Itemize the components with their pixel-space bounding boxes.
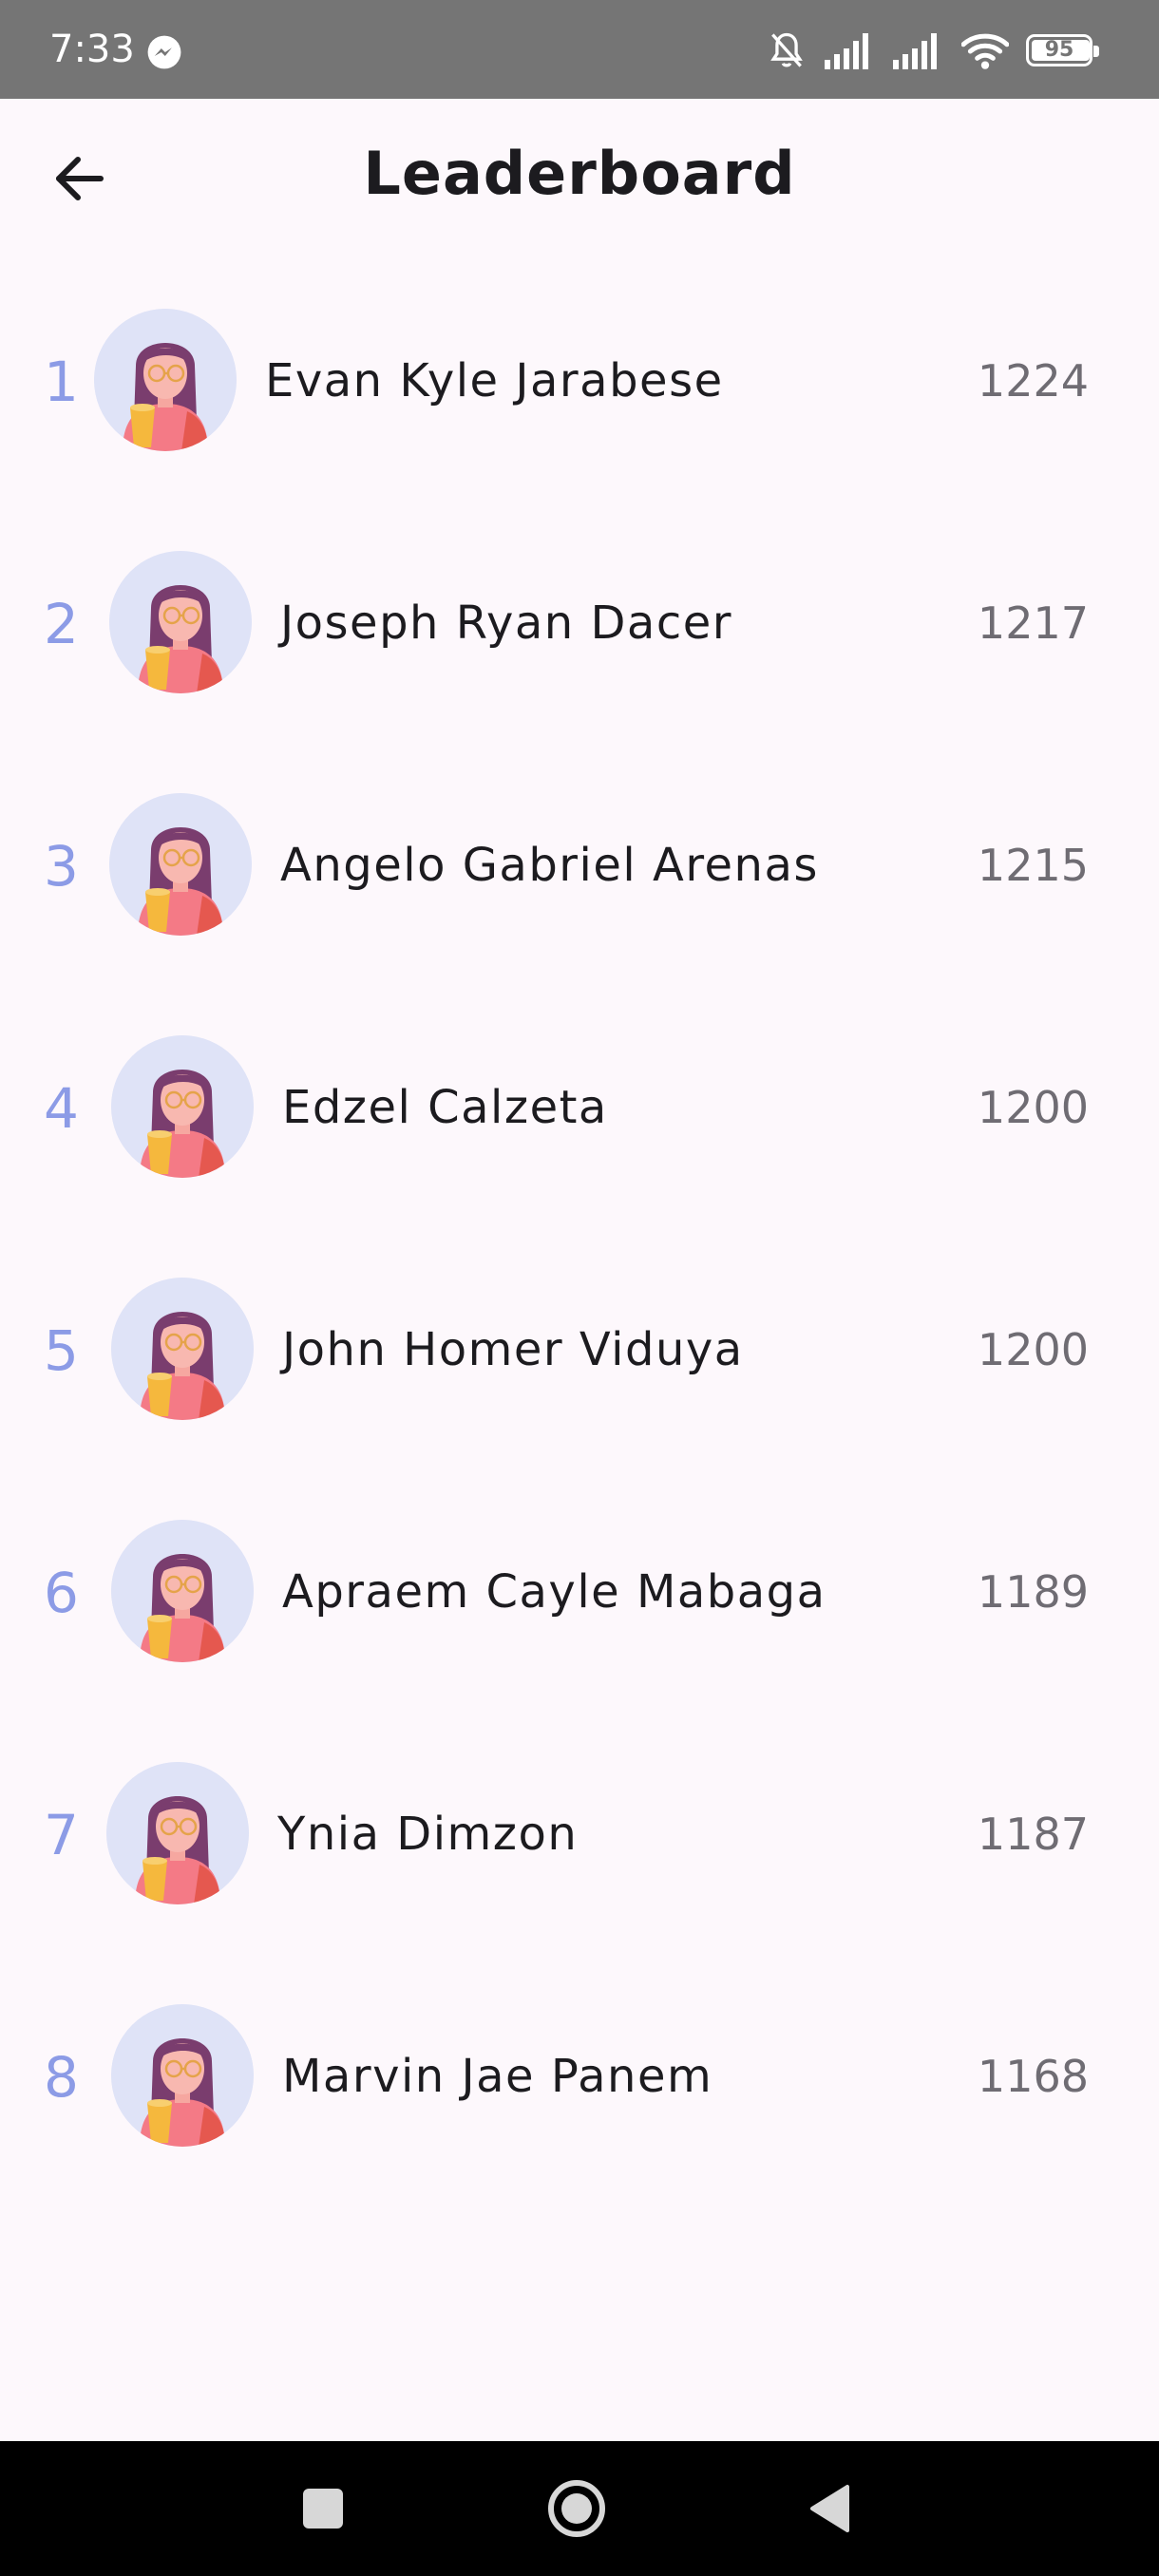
avatar-icon	[111, 2004, 254, 2147]
rank-number: 1	[44, 350, 79, 414]
avatar	[109, 793, 252, 936]
avatar-icon	[111, 1278, 254, 1420]
status-bar: 7:33 95	[0, 0, 1159, 99]
rank-number: 4	[44, 1076, 79, 1141]
avatar-icon	[111, 1035, 254, 1178]
signal-icon	[893, 33, 937, 69]
back-triangle-icon[interactable]	[798, 2475, 864, 2542]
leaderboard-row[interactable]: 6 Apraem Cayle Mabaga 1189	[0, 1471, 1159, 1714]
avatar-icon	[111, 1520, 254, 1662]
wifi-icon	[961, 33, 1009, 69]
messenger-icon	[147, 35, 181, 69]
player-name: Ynia Dimzon	[277, 1808, 579, 1861]
avatar	[111, 1520, 254, 1662]
player-score: 1187	[977, 1809, 1089, 1860]
leaderboard-row[interactable]: 7 Ynia Dimzon 1187	[0, 1714, 1159, 1956]
rank-number: 7	[44, 1803, 79, 1867]
leaderboard-row[interactable]: 5 John Homer Viduya 1200	[0, 1229, 1159, 1471]
player-name: Apraem Cayle Mabaga	[282, 1565, 826, 1619]
player-name: Evan Kyle Jarabese	[265, 354, 724, 407]
signal-icon	[825, 33, 868, 69]
status-time: 7:33	[49, 28, 135, 71]
rank-number: 2	[44, 592, 79, 656]
rank-number: 3	[44, 834, 79, 899]
page-title: Leaderboard	[363, 139, 796, 208]
player-score: 1200	[977, 1082, 1089, 1133]
leaderboard-row[interactable]: 2 Joseph Ryan Dacer 1217	[0, 502, 1159, 745]
battery-level: 95	[1044, 38, 1074, 62]
player-name: Angelo Gabriel Arenas	[280, 839, 819, 892]
player-score: 1224	[977, 355, 1089, 407]
avatar	[94, 309, 237, 451]
leaderboard-row[interactable]: 1 Evan Kyle Jarabese 1224	[0, 260, 1159, 502]
battery-icon: 95	[1026, 34, 1099, 66]
avatar-icon	[109, 793, 252, 936]
app-header: Leaderboard	[0, 99, 1159, 260]
rank-number: 6	[44, 1561, 79, 1625]
leaderboard-row[interactable]: 4 Edzel Calzeta 1200	[0, 987, 1159, 1229]
rank-number: 5	[44, 1318, 79, 1383]
status-icons: 95	[766, 28, 1099, 72]
player-name: Edzel Calzeta	[282, 1081, 608, 1134]
screen: 7:33 95 Leaderboard 1 Evan Kyle Jarabese…	[0, 0, 1159, 2576]
avatar	[111, 1278, 254, 1420]
avatar-icon	[109, 551, 252, 693]
avatar	[109, 551, 252, 693]
player-score: 1217	[977, 597, 1089, 649]
recents-square-icon[interactable]	[290, 2475, 356, 2542]
avatar	[106, 1762, 249, 1904]
player-score: 1200	[977, 1324, 1089, 1375]
home-circle-icon[interactable]	[543, 2475, 610, 2542]
player-name: Marvin Jae Panem	[282, 2050, 713, 2103]
player-score: 1189	[977, 1566, 1089, 1618]
player-name: John Homer Viduya	[282, 1323, 744, 1376]
bell-off-icon	[770, 32, 803, 67]
rank-number: 8	[44, 2045, 79, 2110]
avatar-icon	[94, 309, 237, 451]
leaderboard-row[interactable]: 8 Marvin Jae Panem 1168	[0, 1956, 1159, 2198]
player-name: Joseph Ryan Dacer	[280, 597, 732, 650]
leaderboard-row[interactable]: 3 Angelo Gabriel Arenas 1215	[0, 745, 1159, 987]
avatar-icon	[106, 1762, 249, 1904]
nav-bar	[0, 2441, 1159, 2576]
player-score: 1215	[977, 840, 1089, 891]
avatar	[111, 2004, 254, 2147]
avatar	[111, 1035, 254, 1178]
player-score: 1168	[977, 2051, 1089, 2102]
